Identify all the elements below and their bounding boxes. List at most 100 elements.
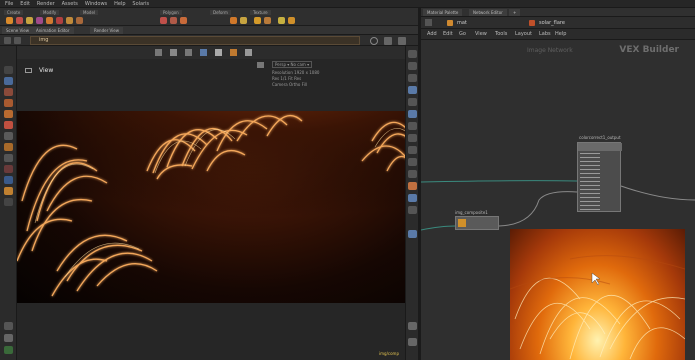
magnet-icon[interactable]	[4, 165, 13, 173]
deform-tool-icon[interactable]	[230, 17, 237, 24]
safe-area-icon[interactable]	[408, 158, 417, 166]
shelf-tab-model[interactable]: Model	[80, 10, 99, 15]
texture-tool-icon[interactable]	[254, 17, 261, 24]
menu-tools[interactable]: Tools	[495, 31, 507, 38]
fire-tool-icon[interactable]	[56, 17, 63, 24]
menu-layout[interactable]: Layout	[515, 31, 532, 38]
shelf-tab-deform[interactable]: Deform	[210, 10, 231, 15]
guides-icon[interactable]	[408, 146, 417, 154]
normals-icon[interactable]	[408, 194, 417, 202]
pane-menu-icon[interactable]	[398, 37, 406, 45]
camera-menu-icon[interactable]	[408, 322, 417, 330]
network-back-icon[interactable]	[425, 19, 432, 26]
rotate-tool-icon[interactable]	[4, 88, 13, 96]
points-icon[interactable]	[408, 206, 417, 214]
scale-tool-icon[interactable]	[4, 99, 13, 107]
handle-tool-icon[interactable]	[4, 110, 13, 118]
paint-brush-icon[interactable]	[4, 143, 13, 151]
light-display-icon[interactable]	[408, 182, 417, 190]
sphere-tool-icon[interactable]	[160, 17, 167, 24]
snapshot-icon[interactable]	[245, 49, 252, 56]
paint-tool-icon[interactable]	[278, 17, 285, 24]
menu-help-net[interactable]: Help	[555, 31, 566, 38]
output-node-header[interactable]	[578, 143, 622, 151]
visibility-icon[interactable]	[408, 86, 417, 94]
tab-network-editor[interactable]: Network Editor	[469, 9, 507, 16]
handles-icon[interactable]	[408, 170, 417, 178]
menu-view[interactable]: View	[475, 31, 487, 38]
menu-solaris[interactable]: Solaris	[132, 0, 149, 8]
menu-edit-net[interactable]: Edit	[443, 31, 453, 38]
grid-view-icon[interactable]	[215, 49, 222, 56]
render-icon[interactable]	[408, 338, 417, 346]
tab-animation-editor[interactable]: Animation Editor	[32, 27, 74, 34]
composite-node[interactable]	[455, 216, 499, 230]
smoke-tool-icon[interactable]	[66, 17, 73, 24]
pin-icon[interactable]	[370, 37, 378, 45]
back-arrow-icon[interactable]	[4, 37, 11, 44]
bg-image-icon[interactable]	[408, 134, 417, 142]
scene-viewport[interactable]: View Persp ▾ No cam ▾ Resolution 1920 x …	[17, 59, 405, 360]
torus-tool-icon[interactable]	[180, 17, 187, 24]
move-tool-icon[interactable]	[4, 77, 13, 85]
display-options-icon[interactable]	[4, 322, 13, 330]
viewport-camera-icon[interactable]	[25, 68, 32, 73]
lighting-icon[interactable]	[4, 334, 13, 342]
shelf-tab-polygon[interactable]: Polygon	[160, 10, 182, 15]
output-node-ports[interactable]	[580, 153, 600, 211]
pose-tool-icon[interactable]	[4, 121, 13, 129]
path-item-mat[interactable]: mat	[457, 19, 467, 27]
link-icon[interactable]	[384, 37, 392, 45]
ghost-icon[interactable]	[408, 110, 417, 118]
channel-view-icon[interactable]	[200, 49, 207, 56]
eyedropper-icon[interactable]	[185, 49, 192, 56]
create-tool-icon[interactable]	[6, 17, 13, 24]
menu-labs[interactable]: Labs	[539, 31, 551, 38]
compare-icon[interactable]	[230, 49, 237, 56]
edit-camera-icon[interactable]	[257, 62, 264, 68]
tab-material-palette[interactable]: Material Palette	[423, 9, 463, 16]
menu-go[interactable]: Go	[459, 31, 466, 38]
light-tool-icon[interactable]	[16, 17, 23, 24]
menu-edit[interactable]: Edit	[20, 0, 30, 8]
tab-render-view[interactable]: Render View	[90, 27, 124, 34]
fluid-tool-icon[interactable]	[36, 17, 43, 24]
particle-tool-icon[interactable]	[26, 17, 33, 24]
select-tool-icon[interactable]	[4, 66, 13, 74]
wire-tool-icon[interactable]	[155, 49, 162, 56]
snap-tool-icon[interactable]	[4, 154, 13, 162]
tab-scene-view[interactable]: Scene View	[2, 27, 33, 34]
output-node[interactable]	[577, 142, 622, 212]
view-tool-icon[interactable]	[4, 132, 13, 140]
camera-tool-icon[interactable]	[4, 176, 13, 184]
explosion-tool-icon[interactable]	[76, 17, 83, 24]
menu-windows[interactable]: Windows	[85, 0, 107, 8]
display-toggle-icon[interactable]	[408, 50, 417, 58]
path-item-solar-flare[interactable]: solar_flare	[539, 19, 565, 27]
lock-view-icon[interactable]	[408, 98, 417, 106]
shelf-tab-texture[interactable]: Texture	[250, 10, 271, 15]
menu-assets[interactable]: Assets	[62, 0, 78, 8]
light-tool-icon-left[interactable]	[4, 187, 13, 195]
pyro-tool-icon[interactable]	[46, 17, 53, 24]
shelf-tab-modify[interactable]: Modify	[40, 10, 60, 15]
shading-icon[interactable]	[408, 62, 417, 70]
wireframe-icon[interactable]	[408, 74, 417, 82]
reference-image-preview[interactable]	[510, 229, 685, 360]
camera-dropdown[interactable]: Persp ▾ No cam ▾	[272, 61, 313, 68]
layer-icon[interactable]	[408, 230, 417, 238]
uv-tool-icon[interactable]	[264, 17, 271, 24]
tube-tool-icon[interactable]	[170, 17, 177, 24]
menu-file[interactable]: File	[5, 0, 13, 8]
render-region-icon[interactable]	[4, 198, 13, 206]
path-breadcrumb[interactable]: img	[30, 36, 360, 45]
tab-add[interactable]: +	[509, 9, 521, 16]
menu-add[interactable]: Add	[427, 31, 437, 38]
bend-tool-icon[interactable]	[240, 17, 247, 24]
menu-help[interactable]: Help	[114, 0, 125, 8]
brush-tool-icon[interactable]	[170, 49, 177, 56]
forward-arrow-icon[interactable]	[14, 37, 21, 44]
grid-icon[interactable]	[408, 122, 417, 130]
menu-render[interactable]: Render	[37, 0, 55, 8]
shader-tool-icon[interactable]	[288, 17, 295, 24]
